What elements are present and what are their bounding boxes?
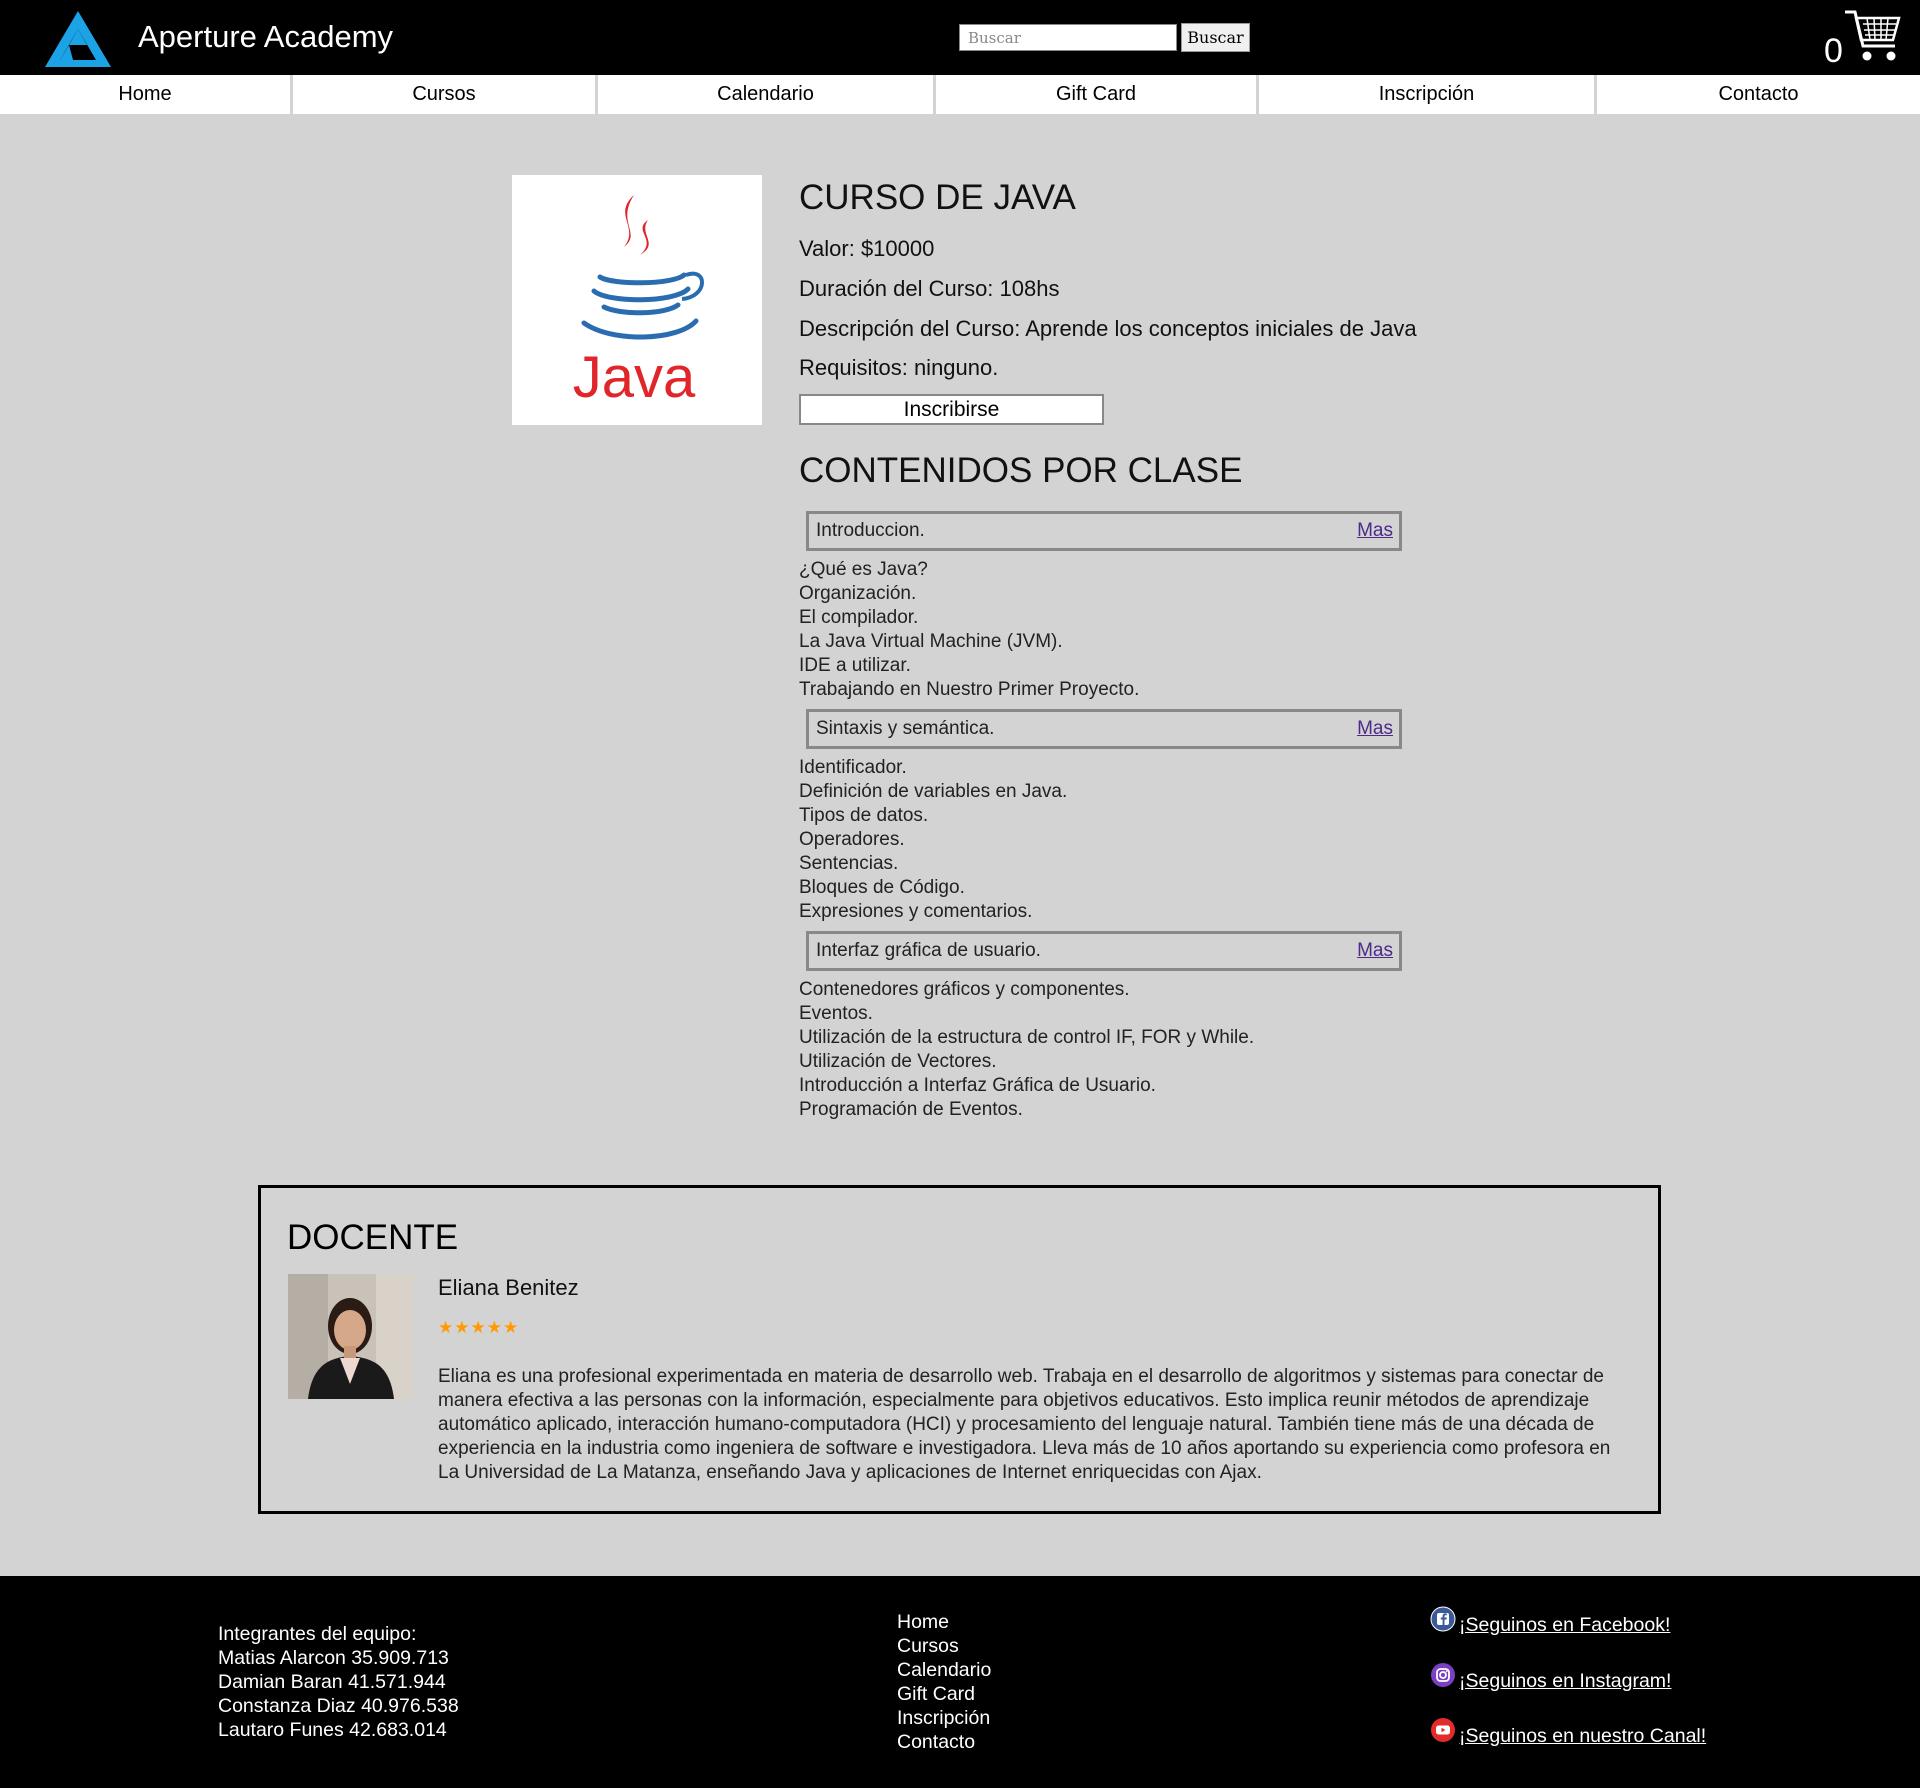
more-link[interactable]: Mas xyxy=(1357,718,1393,740)
topic-item: La Java Virtual Machine (JVM). xyxy=(799,631,1063,652)
class-bar: Introduccion. Mas xyxy=(806,511,1402,551)
teacher-bio: Eliana es una profesional experimentada … xyxy=(438,1366,1611,1483)
topic-item: Definición de variables en Java. xyxy=(799,781,1068,802)
main-nav: Home Cursos Calendario Gift Card Inscrip… xyxy=(0,75,1920,114)
nav-home[interactable]: Home xyxy=(0,75,290,114)
course-value: Valor: $10000 xyxy=(799,236,935,261)
team-heading: Integrantes del equipo: xyxy=(218,1623,417,1645)
course-description: Descripción del Curso: Aprende los conce… xyxy=(799,316,1417,341)
topic-item: Bloques de Código. xyxy=(799,877,965,898)
cart-count: 0 xyxy=(1824,32,1843,70)
footer: Integrantes del equipo: Matias Alarcon 3… xyxy=(0,1576,1920,1788)
youtube-link[interactable]: ¡Seguinos en nuestro Canal! xyxy=(1430,1718,1706,1749)
header: Aperture Academy Buscar 0 xyxy=(0,0,1920,75)
topic-item: ¿Qué es Java? xyxy=(799,559,928,580)
course-duration: Duración del Curso: 108hs xyxy=(799,276,1060,301)
topic-item: Tipos de datos. xyxy=(799,805,929,826)
more-link[interactable]: Mas xyxy=(1357,940,1393,962)
topic-item: Utilización de la estructura de control … xyxy=(799,1027,1255,1048)
aperture-logo-icon[interactable] xyxy=(43,9,113,69)
nav-contacto[interactable]: Contacto xyxy=(1597,75,1920,114)
topic-item: Trabajando en Nuestro Primer Proyecto. xyxy=(799,679,1140,700)
footer-link-calendario[interactable]: Calendario xyxy=(897,1658,991,1682)
topic-item: El compilador. xyxy=(799,607,919,628)
teacher-avatar xyxy=(288,1274,413,1399)
nav-gift-card[interactable]: Gift Card xyxy=(936,75,1256,114)
nav-calendario[interactable]: Calendario xyxy=(598,75,933,114)
footer-link-gift-card[interactable]: Gift Card xyxy=(897,1682,991,1706)
footer-link-contacto[interactable]: Contacto xyxy=(897,1730,991,1754)
class-bar: Interfaz gráfica de usuario. Mas xyxy=(806,931,1402,971)
topic-item: Identificador. xyxy=(799,757,907,778)
topic-item: Operadores. xyxy=(799,829,905,850)
team-member: Constanza Diaz 40.976.538 xyxy=(218,1695,459,1717)
course-requirements: Requisitos: ninguno. xyxy=(799,355,999,380)
topic-item: Introducción a Interfaz Gráfica de Usuar… xyxy=(799,1075,1156,1096)
facebook-link[interactable]: ¡Seguinos en Facebook! xyxy=(1430,1606,1670,1638)
class-bar: Sintaxis y semántica. Mas xyxy=(806,709,1402,749)
class-name: Sintaxis y semántica. xyxy=(816,718,995,739)
team-member: Matias Alarcon 35.909.713 xyxy=(218,1647,449,1669)
search-button[interactable]: Buscar xyxy=(1181,23,1250,52)
java-logo-text: Java xyxy=(573,345,696,410)
topic-item: Eventos. xyxy=(799,1003,873,1024)
course-image: Java xyxy=(512,175,762,425)
cart-icon[interactable] xyxy=(1843,6,1903,66)
teacher-heading: DOCENTE xyxy=(287,1218,459,1257)
facebook-label[interactable]: ¡Seguinos en Facebook! xyxy=(1459,1614,1670,1637)
footer-nav: Home Cursos Calendario Gift Card Inscrip… xyxy=(897,1610,991,1754)
youtube-icon xyxy=(1431,1718,1455,1742)
team-member: Lautaro Funes 42.683.014 xyxy=(218,1719,447,1741)
footer-link-home[interactable]: Home xyxy=(897,1610,991,1634)
instagram-icon xyxy=(1431,1663,1455,1687)
enroll-button[interactable]: Inscribirse xyxy=(799,394,1104,425)
teacher-name: Eliana Benitez xyxy=(438,1275,579,1300)
topic-list: Contenedores gráficos y componentes. Eve… xyxy=(799,978,1254,1122)
topic-item: Programación de Eventos. xyxy=(799,1099,1023,1120)
topic-item: IDE a utilizar. xyxy=(799,655,911,676)
class-name: Interfaz gráfica de usuario. xyxy=(816,940,1041,961)
nav-cursos[interactable]: Cursos xyxy=(293,75,595,114)
more-link[interactable]: Mas xyxy=(1357,520,1393,542)
nav-inscripcion[interactable]: Inscripción xyxy=(1259,75,1594,114)
course-title: CURSO DE JAVA xyxy=(799,178,1076,217)
class-name: Introduccion. xyxy=(816,520,925,541)
facebook-icon xyxy=(1430,1606,1456,1632)
contents-title: CONTENIDOS POR CLASE xyxy=(799,451,1243,490)
instagram-label[interactable]: ¡Seguinos en Instagram! xyxy=(1459,1670,1671,1693)
youtube-label[interactable]: ¡Seguinos en nuestro Canal! xyxy=(1459,1725,1706,1748)
search-input[interactable] xyxy=(959,24,1177,51)
footer-link-cursos[interactable]: Cursos xyxy=(897,1634,991,1658)
topic-list: ¿Qué es Java? Organización. El compilado… xyxy=(799,558,1139,702)
footer-link-inscripcion[interactable]: Inscripción xyxy=(897,1706,991,1730)
topic-item: Organización. xyxy=(799,583,917,604)
team-list: Integrantes del equipo: Matias Alarcon 3… xyxy=(218,1622,459,1742)
topic-list: Identificador. Definición de variables e… xyxy=(799,756,1067,924)
topic-item: Expresiones y comentarios. xyxy=(799,901,1033,922)
topic-item: Contenedores gráficos y componentes. xyxy=(799,979,1130,1000)
topic-item: Utilización de Vectores. xyxy=(799,1051,997,1072)
team-member: Damian Baran 41.571.944 xyxy=(218,1671,446,1693)
teacher-rating: ★★★★★ xyxy=(438,1318,520,1337)
java-logo-icon: Java xyxy=(573,195,704,410)
topic-item: Sentencias. xyxy=(799,853,899,874)
instagram-link[interactable]: ¡Seguinos en Instagram! xyxy=(1430,1663,1671,1694)
brand-name[interactable]: Aperture Academy xyxy=(138,19,393,55)
